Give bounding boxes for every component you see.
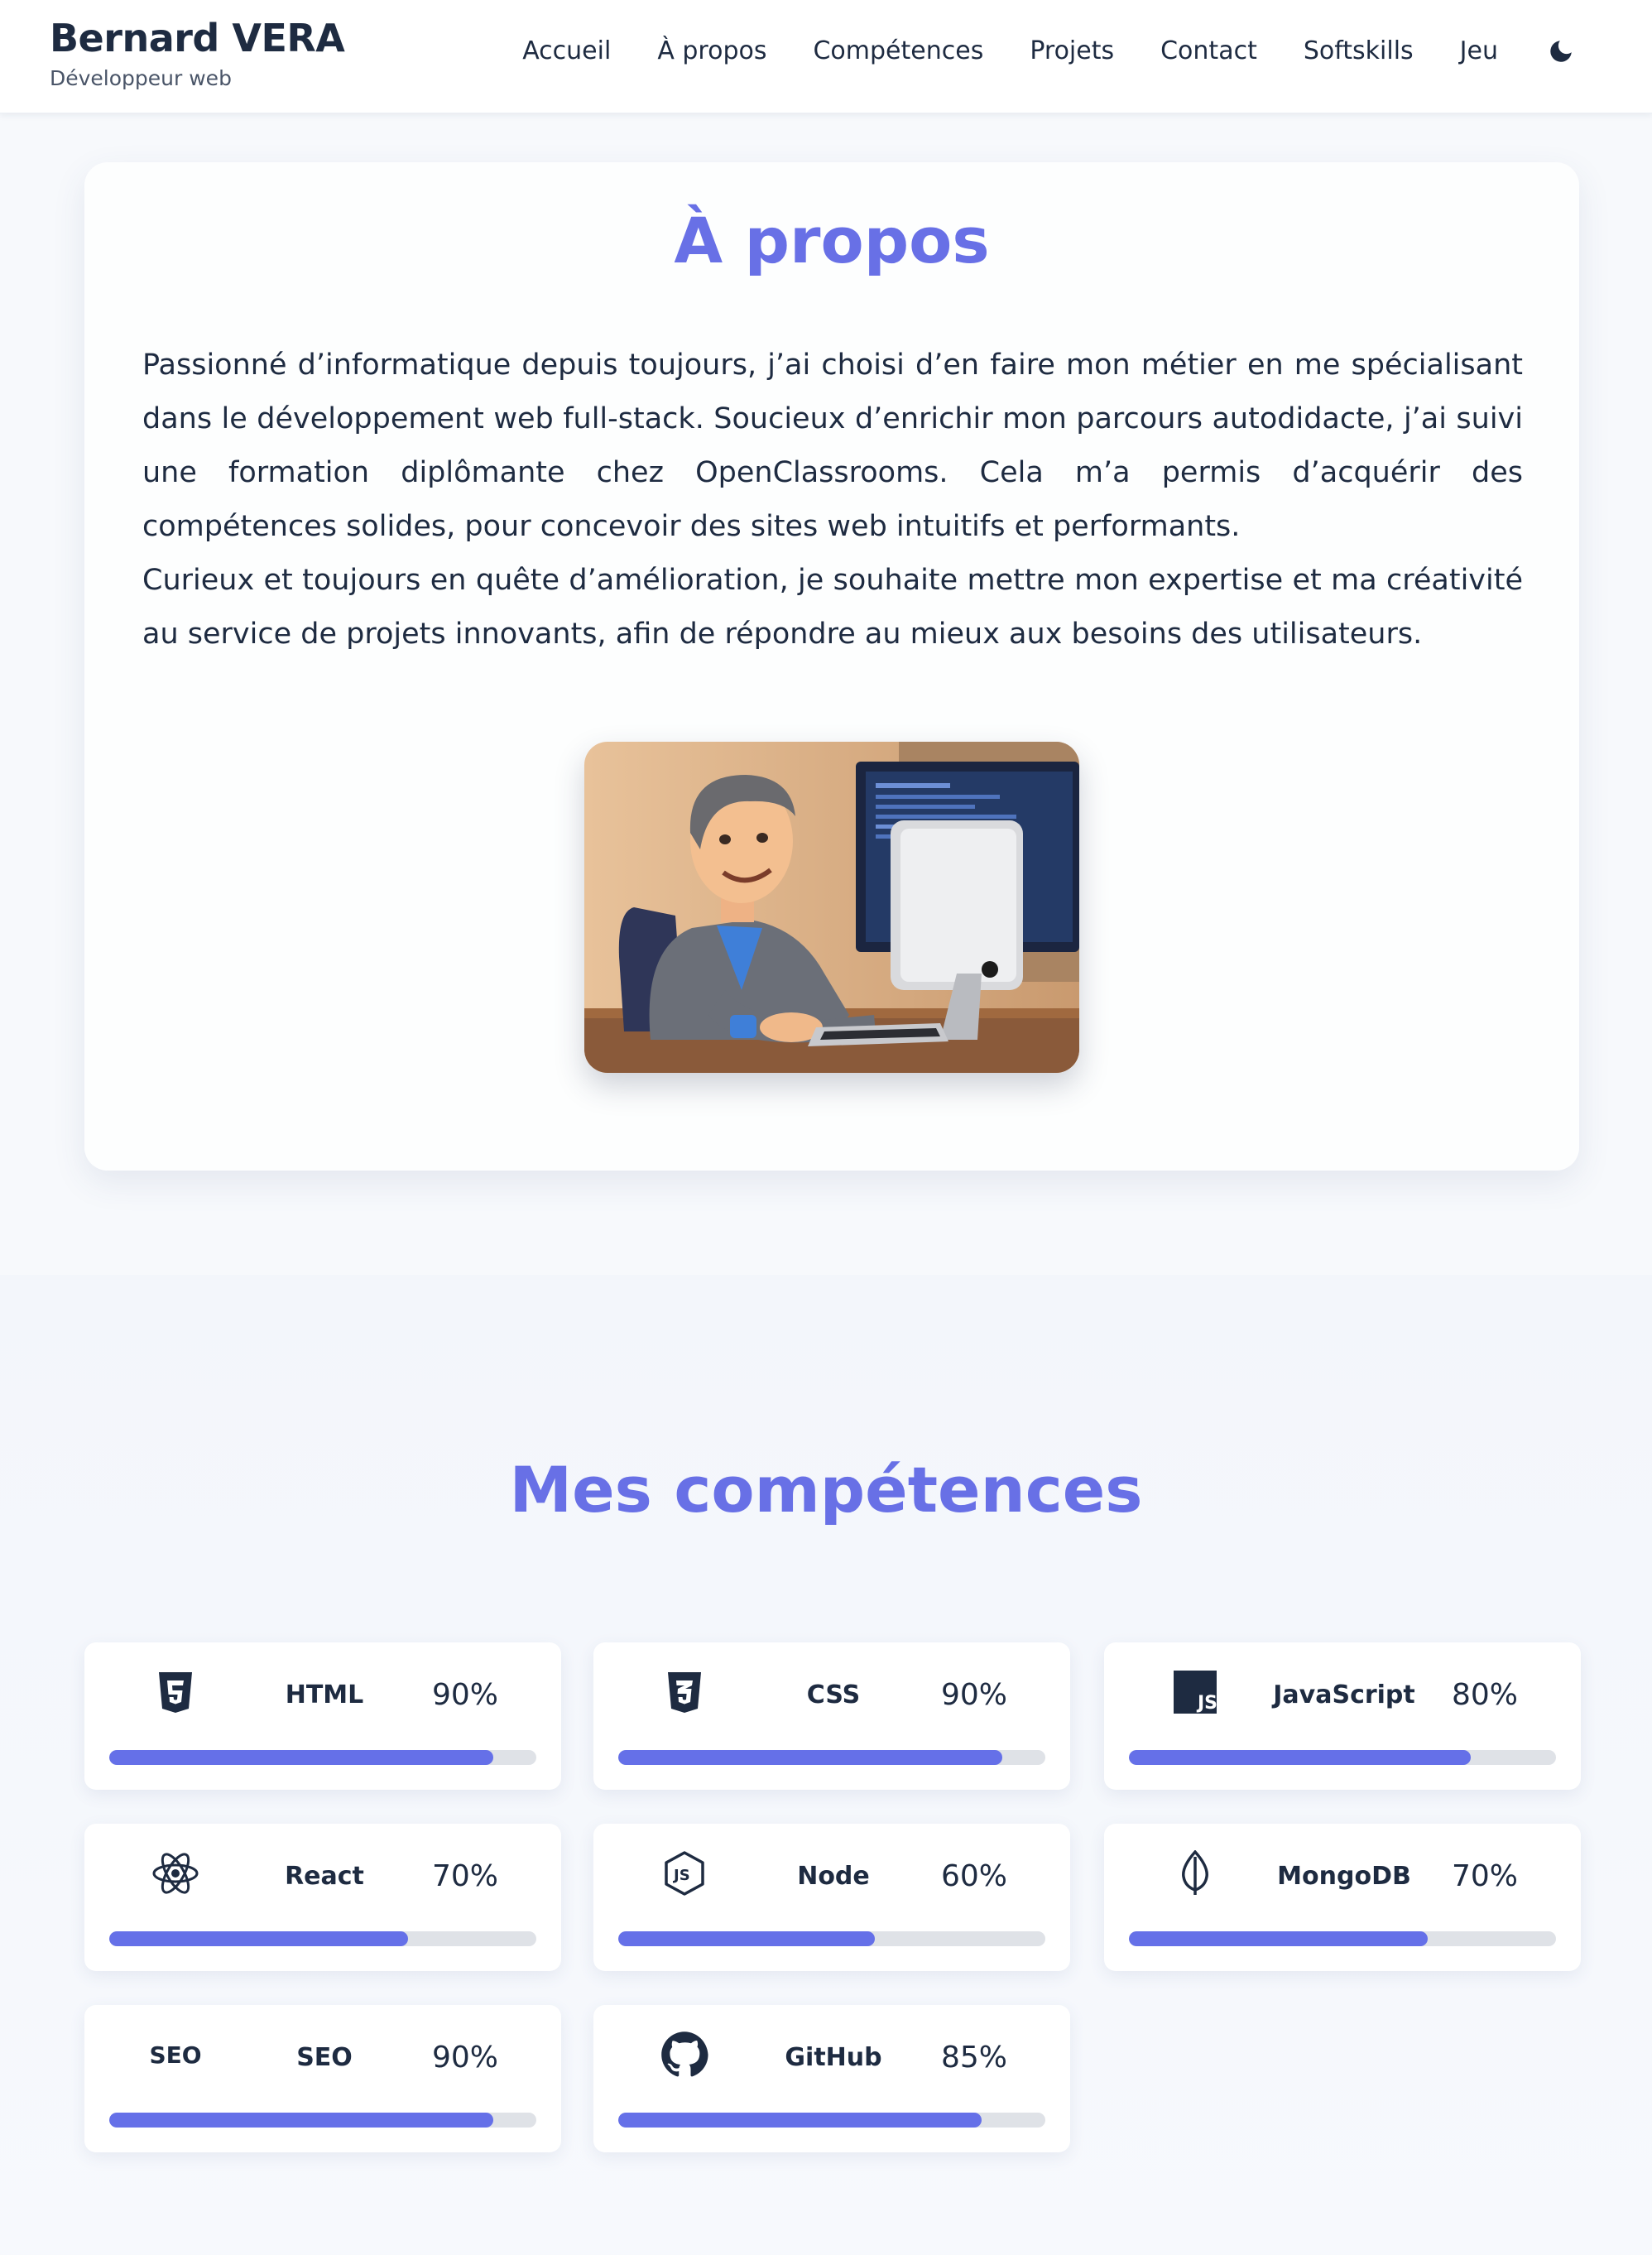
skill-progress-fill bbox=[109, 2113, 494, 2128]
skill-percent: 60% bbox=[940, 1859, 1007, 1893]
nodejs-icon: JS bbox=[660, 1849, 709, 1898]
skill-progress-bar bbox=[109, 2113, 536, 2128]
skill-progress-fill bbox=[1129, 1750, 1471, 1765]
about-title: À propos bbox=[674, 204, 990, 277]
mongodb-icon bbox=[1170, 1849, 1220, 1898]
skill-card-css: CSS 90% bbox=[593, 1642, 1070, 1790]
svg-text:JS: JS bbox=[1196, 1693, 1217, 1714]
site-header: Bernard VERA Développeur web Accueil À p… bbox=[0, 0, 1652, 113]
nav-item-contact[interactable]: Contact bbox=[1160, 35, 1257, 68]
nav-item-accueil[interactable]: Accueil bbox=[522, 35, 611, 68]
skills-title: Mes compétences bbox=[509, 1453, 1143, 1527]
skill-percent: 85% bbox=[940, 2041, 1007, 2075]
skill-progress-bar bbox=[618, 2113, 1045, 2128]
skill-card-github: GitHub 85% bbox=[593, 2005, 1070, 2152]
svg-text:JS: JS bbox=[672, 1867, 690, 1884]
skill-progress-bar bbox=[618, 1750, 1045, 1765]
about-section: À propos Passionné d’informatique depuis… bbox=[84, 162, 1579, 1171]
skill-name: GitHub bbox=[785, 2043, 882, 2072]
skill-percent: 80% bbox=[1451, 1678, 1518, 1712]
skill-percent: 70% bbox=[431, 1859, 498, 1893]
skill-progress-fill bbox=[1129, 1931, 1429, 1946]
theme-toggle-button[interactable] bbox=[1544, 35, 1578, 68]
skill-name: HTML bbox=[285, 1680, 364, 1709]
skill-progress-fill bbox=[618, 2113, 982, 2128]
html5-icon bbox=[151, 1667, 200, 1717]
skill-progress-fill bbox=[109, 1750, 494, 1765]
css3-icon bbox=[660, 1667, 709, 1717]
skill-progress-fill bbox=[109, 1931, 409, 1946]
nav-item-projets[interactable]: Projets bbox=[1030, 35, 1114, 68]
skill-progress-bar bbox=[109, 1750, 536, 1765]
nav-item-a-propos[interactable]: À propos bbox=[657, 35, 766, 68]
skill-card-react: React 70% bbox=[84, 1824, 561, 1971]
moon-icon bbox=[1550, 41, 1572, 62]
brand[interactable]: Bernard VERA Développeur web bbox=[50, 15, 345, 93]
main-nav: Accueil À propos Compétences Projets Con… bbox=[476, 35, 1578, 68]
about-paragraph: Curieux et toujours en quête d’améliorat… bbox=[142, 564, 1523, 651]
skill-card-node: JS Node 60% bbox=[593, 1824, 1070, 1971]
skill-progress-bar bbox=[1129, 1931, 1556, 1946]
skill-progress-bar bbox=[109, 1931, 536, 1946]
seo-icon-text: SEO bbox=[149, 2041, 202, 2069]
react-icon bbox=[151, 1849, 200, 1898]
github-icon bbox=[660, 2030, 709, 2080]
developer-portrait-illustration bbox=[584, 742, 1079, 1073]
brand-subtitle: Développeur web bbox=[50, 66, 232, 90]
nav-item-softskills[interactable]: Softskills bbox=[1304, 35, 1414, 68]
skill-card-mongodb: MongoDB 70% bbox=[1104, 1824, 1581, 1971]
skill-name: MongoDB bbox=[1277, 1862, 1411, 1891]
nav-item-jeu[interactable]: Jeu bbox=[1460, 35, 1498, 68]
skill-percent: 90% bbox=[431, 1678, 498, 1712]
seo-icon: SEO bbox=[149, 2030, 202, 2080]
skill-name: JavaScript bbox=[1273, 1680, 1415, 1709]
skill-card-html: HTML 90% bbox=[84, 1642, 561, 1790]
skill-progress-fill bbox=[618, 1750, 1003, 1765]
skill-name: Node bbox=[797, 1862, 870, 1891]
skill-progress-bar bbox=[1129, 1750, 1556, 1765]
skill-percent: 90% bbox=[940, 1678, 1007, 1712]
skill-progress-fill bbox=[618, 1931, 875, 1946]
skill-percent: 70% bbox=[1451, 1859, 1518, 1893]
skill-name: SEO bbox=[296, 2043, 353, 2072]
javascript-icon: JS bbox=[1170, 1667, 1220, 1717]
nav-item-competences[interactable]: Compétences bbox=[813, 35, 983, 68]
skill-name: React bbox=[285, 1862, 364, 1891]
skill-card-javascript: JS JavaScript 80% bbox=[1104, 1642, 1581, 1790]
skill-card-seo: SEO SEO 90% bbox=[84, 2005, 561, 2152]
skill-percent: 90% bbox=[431, 2041, 498, 2075]
skill-name: CSS bbox=[806, 1680, 861, 1709]
about-text: Passionné d’informatique depuis toujours… bbox=[142, 339, 1523, 661]
brand-name: Bernard VERA bbox=[50, 16, 345, 60]
about-paragraph: Passionné d’informatique depuis toujours… bbox=[142, 349, 1523, 543]
developer-portrait bbox=[584, 742, 1079, 1073]
skill-progress-bar bbox=[618, 1931, 1045, 1946]
